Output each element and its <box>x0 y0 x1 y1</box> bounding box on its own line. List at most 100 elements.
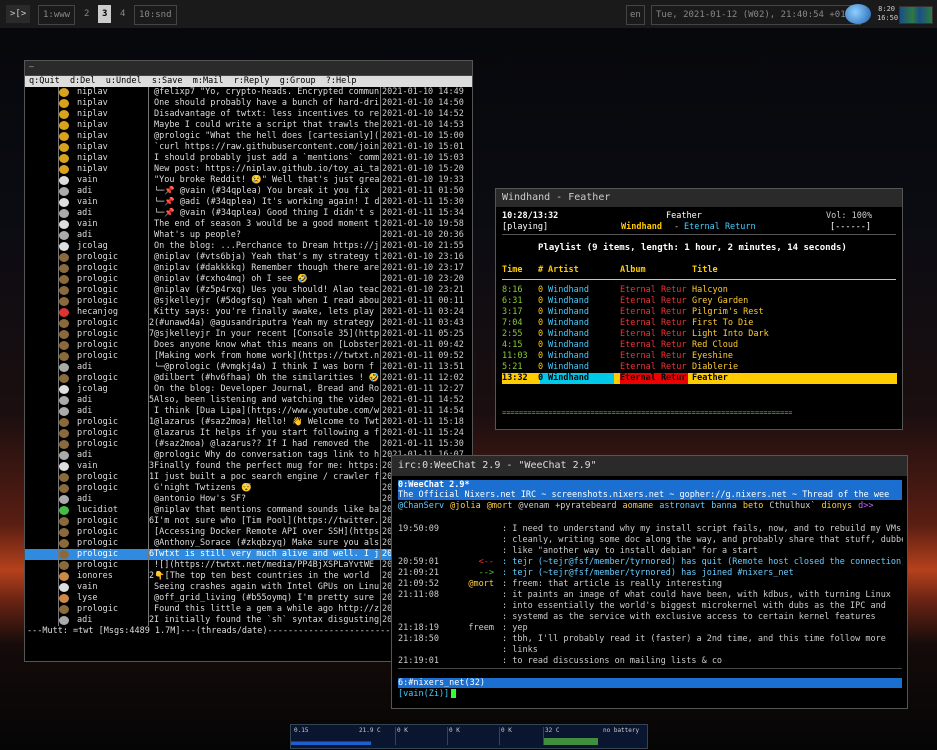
message-sender: niplav <box>77 142 108 152</box>
message-row[interactable]: niplav One should probably have a bunch o… <box>25 98 472 109</box>
nick-item[interactable]: astronavt <box>659 501 705 511</box>
playlist-track[interactable]: 4:15 0 Windhand Eternal Retur Red Cloud <box>502 340 897 351</box>
track-artist: Windhand <box>548 307 589 317</box>
message-row[interactable]: prologic Does anyone know what this means… <box>25 340 472 351</box>
column-separator <box>148 219 149 230</box>
message-row[interactable]: adi └─📌 @vain (#34qplea) You break it you… <box>25 186 472 197</box>
chat-line: 21:09:21 -->: tejr (~tejr@fsf/member/tyrn… <box>398 568 903 579</box>
column-separator <box>148 516 149 527</box>
chat-nick[interactable]: freem <box>438 623 494 634</box>
message-row[interactable]: adi 5 Also, been listening and watching th… <box>25 395 472 406</box>
message-row[interactable]: prologic @sjkelleyjr (#5dogfsq) Yeah when… <box>25 296 472 307</box>
column-separator <box>148 164 149 175</box>
input-bar[interactable]: [vain(Zi)] <box>398 689 902 700</box>
message-row[interactable]: prologic @dilbert (#hv6fhaa) Oh the simil… <box>25 373 472 384</box>
column-separator <box>148 131 149 142</box>
message-date: 2021-01-11 13:51 <box>382 362 464 372</box>
column-separator <box>380 516 381 527</box>
message-row[interactable]: prologic (#saz2moa) @lazarus?? If I had r… <box>25 439 472 450</box>
launcher-button[interactable]: >[> <box>6 5 31 23</box>
message-row[interactable]: prologic 2 (#unawd4a) @agusandriputra Yeah… <box>25 318 472 329</box>
message-row[interactable]: niplav `curl https://raw.githubuserconten… <box>25 142 472 153</box>
message-row[interactable]: adi What's up people? 2021-01-10 20:36 <box>25 230 472 241</box>
message-row[interactable]: adi └─@prologic (#vmgkj4a) I think I was … <box>25 362 472 373</box>
nick-item[interactable]: banna <box>711 501 737 511</box>
chat-nick[interactable]: @mort <box>438 579 494 590</box>
weechat-window[interactable]: irc:0:WeeChat 2.9 - "WeeChat 2.9" 0:WeeC… <box>391 455 908 709</box>
mutt-helpbar: q:Quit d:Del u:Undel s:Save m:Mail r:Rep… <box>25 76 472 87</box>
playlist-track[interactable]: 8:16 0 Windhand Eternal Retur Halcyon <box>502 285 897 296</box>
chat-nick[interactable]: --> <box>438 568 494 579</box>
column-separator <box>58 351 59 362</box>
playlist-track[interactable]: 5:21 0 Windhand Eternal Retur Diablerie <box>502 362 897 373</box>
col-num[interactable]: # <box>538 265 543 275</box>
message-row[interactable]: prologic @lazarus It helps if you start f… <box>25 428 472 439</box>
col-album[interactable]: Album <box>620 265 646 275</box>
playlist-track[interactable]: 2:55 0 Windhand Eternal Retur Light Into Dar… <box>502 329 897 340</box>
message-row[interactable]: vain "You broke Reddit! 😢" Well that's ju… <box>25 175 472 186</box>
message-row[interactable]: niplav I should probably just add a `ment… <box>25 153 472 164</box>
nick-item[interactable]: @jolia <box>450 501 481 511</box>
message-row[interactable]: niplav Maybe I could write a script that … <box>25 120 472 131</box>
message-row[interactable]: prologic [Making work from home work](htt… <box>25 351 472 362</box>
keyboard-layout[interactable]: en <box>626 5 645 25</box>
input-cursor[interactable] <box>451 689 457 698</box>
track-time: 7:04 <box>502 318 523 328</box>
ncmpcpp-window[interactable]: Windhand - Feather 10:28/13:32 Feather V… <box>495 188 903 430</box>
message-row[interactable]: vain The end of season 3 would be a good … <box>25 219 472 230</box>
message-sender: prologic <box>77 538 118 548</box>
message-row[interactable]: jcolag On the blog: Developer Journal, Br… <box>25 384 472 395</box>
message-row[interactable]: prologic16@lazarus (#saz2moa) Hello! 👋 W… <box>25 417 472 428</box>
column-separator <box>148 109 149 120</box>
playlist-track[interactable]: 6:31 0 Windhand Eternal Retur Grey Garden <box>502 296 897 307</box>
progress-bar[interactable]: ========================================… <box>502 409 792 417</box>
message-row[interactable]: prologic @niplav (#vts6bja) Yeah that's m… <box>25 252 472 263</box>
column-separator <box>380 472 381 483</box>
message-row[interactable]: niplav @felixp7 "Yo, crypto-heads. Encryp… <box>25 87 472 98</box>
workspace-4[interactable]: 4 <box>116 5 129 23</box>
message-row[interactable]: adi └─📌 @vain (#34qplea) Good thing I di… <box>25 208 472 219</box>
nick-item[interactable]: Cthulhux` <box>769 501 815 511</box>
nick-item[interactable]: dionys <box>821 501 852 511</box>
playlist-track[interactable]: 3:17 0 Windhand Eternal Retur Pilgrim's Rest <box>502 307 897 318</box>
message-row[interactable]: hecanjog Kitty says: you're finally awake… <box>25 307 472 318</box>
nicklist[interactable]: @ChanServ @jolia @mort @venam +pyratebeard ao… <box>398 501 902 512</box>
playlist-track[interactable]: 11:03 0 Windhand Eternal Retur Eyeshine <box>502 351 897 362</box>
nick-item[interactable]: aomame <box>623 501 654 511</box>
col-time[interactable]: Time <box>502 265 522 275</box>
message-row[interactable]: niplav Disadvantage of twtxt: less incent… <box>25 109 472 120</box>
message-row[interactable]: prologic 7 @sjkelleyjr In your recent [Con… <box>25 329 472 340</box>
col-artist[interactable]: Artist <box>548 265 579 275</box>
track-time: 13:32 <box>502 373 528 383</box>
col-title[interactable]: Title <box>692 265 718 275</box>
column-separator <box>380 164 381 175</box>
message-row[interactable]: niplav New post: https://niplav.github.io… <box>25 164 472 175</box>
column-separator <box>148 527 149 538</box>
workspace-1[interactable]: 1:www <box>38 5 76 25</box>
chat-nick[interactable]: <-- <box>438 557 494 568</box>
message-row[interactable]: prologic @niplav (#dakkkkq) Remember thou… <box>25 263 472 274</box>
nick-item[interactable]: beto <box>743 501 763 511</box>
message-subject: I'm not sure who [Tim Pool](https://twit… <box>154 516 380 526</box>
message-row[interactable]: vain └─📌 @adi (#34qplea) It's working ag… <box>25 197 472 208</box>
message-row[interactable]: prologic @niplav (#z5p4rxq) Ues you shoul… <box>25 285 472 296</box>
workspace-5[interactable]: 10:snd <box>134 5 177 25</box>
message-row[interactable]: niplav @prologic "What the hell does [car… <box>25 131 472 142</box>
nick-item[interactable]: +pyratebeard <box>555 501 616 511</box>
column-separator <box>58 494 59 505</box>
nick-item[interactable]: @venam <box>518 501 549 511</box>
workspace-3[interactable]: 3 <box>98 5 112 23</box>
playlist-track[interactable]: 13:32 0 Windhand Eternal Retur Feather <box>502 373 897 384</box>
nick-item[interactable]: d>> <box>858 501 873 511</box>
message-row[interactable]: prologic @niplav (#cxho4mq) oh I see 🤣 202… <box>25 274 472 285</box>
workspace-2[interactable]: 2 <box>80 5 93 23</box>
playlist-track[interactable]: 7:04 0 Windhand Eternal Retur First To Die <box>502 318 897 329</box>
top-bar: >[> 1:www 2 3 4 10:snd en Tue, 2021-01-12 (W… <box>0 0 937 28</box>
message-sender: vain <box>77 197 98 207</box>
message-sender: adi <box>77 615 93 625</box>
buffer-title: 0:WeeChat 2.9* <box>398 480 902 490</box>
nick-item[interactable]: @mort <box>487 501 513 511</box>
message-row[interactable]: adi I think [Dua Lipa](https://www.youtub… <box>25 406 472 417</box>
message-row[interactable]: jcolag On the blog: ...Perchance to Dream… <box>25 241 472 252</box>
nick-item[interactable]: @ChanServ <box>398 501 444 511</box>
